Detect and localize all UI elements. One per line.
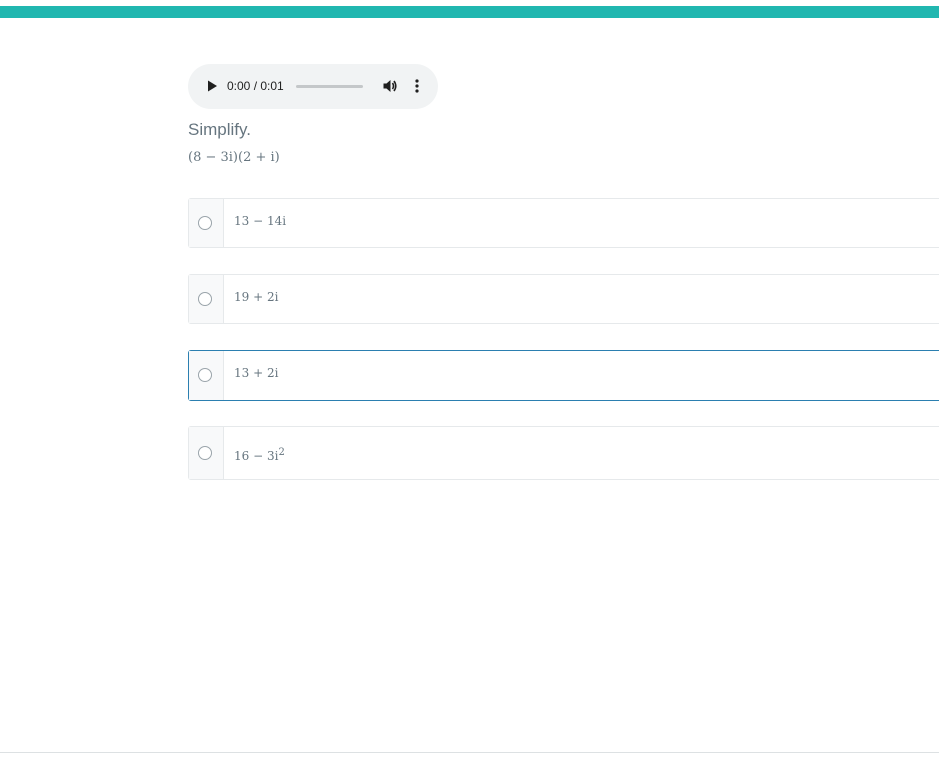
answer-choice-2[interactable]: 19 + 2i <box>188 274 939 324</box>
question-expression: (8 − 3i)(2 + i) <box>188 150 280 165</box>
radio-cell <box>189 199 224 247</box>
radio-button[interactable] <box>198 368 212 382</box>
choice-label: 19 + 2i <box>234 290 279 304</box>
question-prompt: Simplify. <box>188 120 251 139</box>
choice-base: 16 − 3i <box>234 449 279 463</box>
more-options-icon[interactable] <box>412 78 422 94</box>
audio-player[interactable]: 0:00 / 0:01 <box>188 64 438 109</box>
radio-button[interactable] <box>198 446 212 460</box>
volume-icon[interactable] <box>382 78 398 94</box>
answer-choice-4[interactable]: 16 − 3i2 <box>188 426 939 480</box>
top-accent-bar <box>0 6 939 18</box>
play-icon[interactable] <box>205 79 219 93</box>
radio-cell <box>189 275 224 323</box>
seek-slider[interactable] <box>296 85 363 88</box>
choice-label: 13 − 14i <box>234 214 287 228</box>
answer-choice-3[interactable]: 13 + 2i <box>188 350 939 401</box>
radio-button[interactable] <box>198 292 212 306</box>
answer-choice-1[interactable]: 13 − 14i <box>188 198 939 248</box>
radio-cell <box>189 427 224 479</box>
radio-button[interactable] <box>198 216 212 230</box>
footer-divider <box>0 752 939 753</box>
choice-label: 16 − 3i2 <box>234 447 285 463</box>
audio-time: 0:00 / 0:01 <box>227 79 284 93</box>
choice-label: 13 + 2i <box>234 366 279 380</box>
choice-exponent: 2 <box>278 447 285 458</box>
radio-cell <box>189 351 224 400</box>
